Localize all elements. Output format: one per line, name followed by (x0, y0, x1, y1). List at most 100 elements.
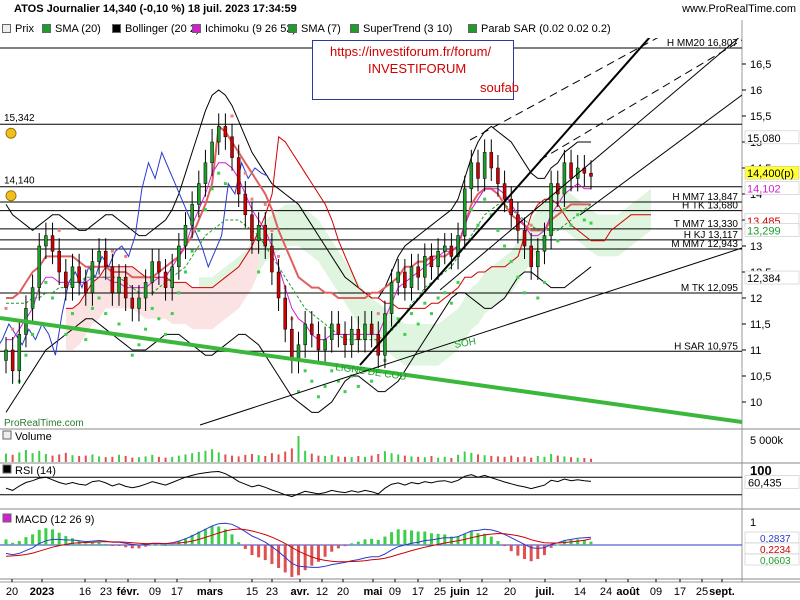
volume-bar (124, 456, 127, 462)
supertrend-dot (230, 114, 234, 118)
macd-histogram-bar (576, 539, 580, 545)
candle-body (143, 282, 148, 299)
site-link[interactable]: www.ProRealTime.com (682, 3, 796, 15)
candle-body (44, 235, 48, 247)
rsi-title: RSI (14) (15, 465, 56, 477)
candle-body (403, 271, 407, 288)
legend-item[interactable]: Ichimoku (9 26 52) (192, 22, 296, 37)
candle-body (177, 245, 181, 268)
macd-histogram-bar (44, 528, 48, 545)
candle-body (569, 162, 573, 179)
volume-bar (470, 452, 473, 462)
volume-ytick: 5 000k (750, 435, 784, 447)
volume-bar (516, 457, 519, 462)
candle-body (130, 297, 135, 309)
candle-body (103, 250, 108, 268)
macd-histogram-bar (144, 545, 148, 547)
price-tag-label: 14,102 (747, 184, 781, 196)
candle-body (290, 328, 294, 361)
supertrend-dot (57, 228, 61, 232)
legend-item[interactable]: Parab SAR (0.02 0.02 0.2) (468, 22, 611, 37)
macd-histogram-bar (523, 545, 527, 559)
candle-body (210, 141, 214, 164)
legend-item[interactable]: Bollinger (20 2) (112, 22, 200, 37)
legend-item[interactable]: SMA (20) (42, 22, 101, 37)
alert-bell-icon (5, 127, 17, 139)
candle-body (509, 198, 513, 216)
legend-label: SMA (7) (301, 23, 341, 35)
supertrend-dot (31, 332, 35, 336)
supertrend-dot (476, 223, 480, 227)
candle-body (117, 276, 121, 294)
candle-body (303, 323, 307, 346)
macd-histogram-bar (416, 531, 420, 545)
legend-item[interactable]: Prix (2, 22, 34, 37)
level-label-right: H MM20 16,807 (667, 38, 739, 49)
candle-body (50, 235, 55, 252)
candle-body (416, 266, 420, 278)
supertrend-dot (376, 312, 380, 316)
supertrend-dot (330, 369, 334, 373)
y-tick-label: 16,5 (750, 59, 771, 71)
legend-swatch (468, 24, 477, 33)
candle-body (230, 136, 234, 158)
volume-bar (177, 455, 180, 462)
candle-body (17, 334, 22, 372)
macd-histogram-bar (516, 545, 520, 556)
macd-histogram-bar (164, 545, 168, 546)
macd-histogram-bar (250, 545, 254, 556)
legend-label: SMA (20) (55, 23, 101, 35)
supertrend-dot (144, 327, 148, 331)
macd-histogram-bar (383, 536, 387, 545)
level-label-right: M TK 12,095 (681, 283, 739, 294)
supertrend-dot (523, 291, 527, 295)
volume-bar (11, 454, 14, 462)
macd-histogram-bar (476, 533, 480, 545)
x-tick-label: 16 (79, 586, 91, 598)
volume-bar (5, 453, 7, 462)
legend-item[interactable]: SMA (7) (288, 22, 341, 37)
y-tick-label: 11 (750, 345, 761, 357)
legend-label: Prix (15, 23, 34, 35)
volume-bar (137, 457, 140, 462)
candle-body (37, 245, 41, 288)
volume-bar (304, 450, 307, 462)
legend-item[interactable]: SuperTrend (3 10) (350, 22, 452, 37)
y-tick-label: 10,5 (750, 371, 771, 383)
volume-bar (71, 455, 74, 462)
supertrend-dot (11, 327, 15, 331)
x-tick-label: 20 (6, 586, 18, 598)
macd-histogram-bar (51, 529, 55, 545)
supertrend-dot (310, 379, 314, 383)
candle-body (349, 328, 354, 346)
volume-bar (450, 458, 453, 462)
volume-bar (217, 452, 220, 462)
volume-bar (403, 455, 406, 462)
volume-bar (44, 454, 47, 462)
macd-histogram-bar (90, 542, 94, 545)
x-tick-label: 12 (476, 586, 488, 598)
candle-body (549, 183, 553, 236)
candle-body (556, 183, 560, 195)
candle-body (256, 224, 261, 242)
volume-bar (250, 454, 253, 462)
supertrend-dot (562, 208, 566, 212)
candle-body (363, 323, 367, 340)
macd-histogram-bar (277, 545, 281, 568)
candle-body (516, 214, 520, 231)
x-tick-label: 14 (574, 586, 586, 598)
supertrend-dot (197, 228, 201, 232)
volume-bar (417, 456, 420, 462)
candle-body (283, 297, 287, 330)
annotation-url[interactable]: https://investiforum.fr/forum/ (330, 44, 491, 59)
x-tick-label: août (616, 586, 640, 598)
candle-body (589, 172, 593, 177)
macd-tag-label: 0,0603 (760, 556, 791, 567)
macd-histogram-bar (110, 545, 114, 546)
volume-bar (543, 456, 546, 462)
volume-bar (530, 457, 533, 462)
candle-body (10, 349, 15, 372)
volume-bar (284, 451, 287, 462)
x-tick-label: 25 (434, 586, 446, 598)
volume-bar (490, 456, 493, 462)
